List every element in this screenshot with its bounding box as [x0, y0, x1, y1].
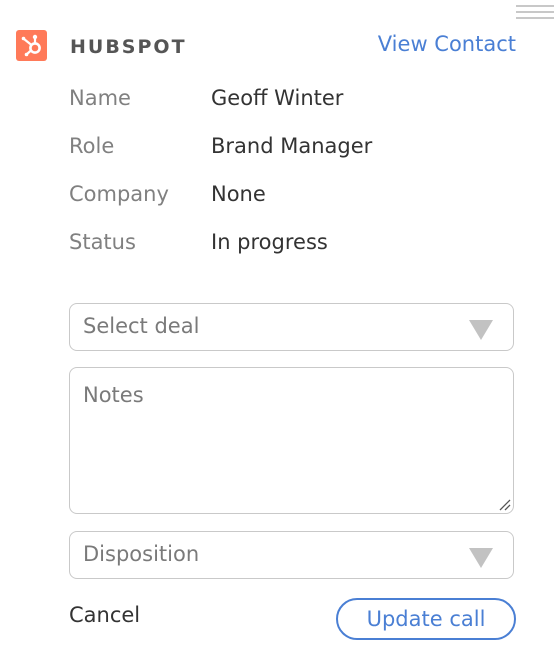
drag-handle-line: [516, 17, 554, 19]
disposition-dropdown[interactable]: Disposition: [69, 531, 514, 579]
contact-details: Name Geoff Winter Role Brand Manager Com…: [69, 86, 509, 278]
hubspot-sprocket-icon: [16, 30, 47, 61]
triangle-down-icon: [469, 320, 493, 340]
hubspot-sprocket-icon-graphic: [21, 34, 41, 57]
detail-value: Brand Manager: [211, 134, 373, 158]
disposition-placeholder: Disposition: [83, 542, 200, 566]
detail-value: In progress: [211, 230, 328, 254]
notes-placeholder: Notes: [83, 383, 144, 407]
detail-row-role: Role Brand Manager: [69, 134, 509, 182]
detail-label: Role: [69, 134, 115, 158]
update-call-button[interactable]: Update call: [336, 598, 516, 640]
select-deal-dropdown[interactable]: Select deal: [69, 303, 514, 351]
detail-row-company: Company None: [69, 182, 509, 230]
cancel-button[interactable]: Cancel: [69, 603, 140, 627]
panel-header: HUBSPOT View Contact: [16, 30, 516, 62]
detail-row-name: Name Geoff Winter: [69, 86, 509, 134]
detail-row-status: Status In progress: [69, 230, 509, 278]
detail-value: Geoff Winter: [211, 86, 344, 110]
drag-handle-line: [516, 11, 554, 13]
drag-handle-icon[interactable]: [516, 5, 554, 21]
triangle-down-icon: [469, 548, 493, 568]
detail-value: None: [211, 182, 266, 206]
detail-label: Status: [69, 230, 136, 254]
detail-label: Name: [69, 86, 131, 110]
notes-textarea[interactable]: Notes: [69, 367, 514, 514]
select-deal-placeholder: Select deal: [83, 314, 200, 338]
resize-grip-icon[interactable]: [497, 497, 511, 511]
detail-label: Company: [69, 182, 169, 206]
brand-name: HUBSPOT: [70, 36, 187, 58]
view-contact-link[interactable]: View Contact: [378, 32, 516, 56]
drag-handle-line: [516, 5, 554, 7]
